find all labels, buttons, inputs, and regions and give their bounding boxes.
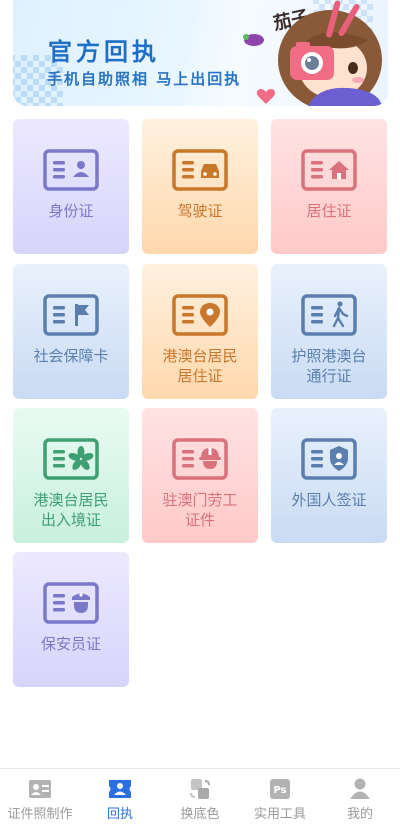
- card-residence-permit[interactable]: 居住证: [271, 119, 387, 254]
- card-id-card[interactable]: 身份证: [13, 119, 129, 254]
- card-label: 外国人签证: [291, 491, 367, 509]
- id-card-bauhinia-icon: [43, 438, 99, 480]
- id-card-shield-icon: [301, 438, 357, 480]
- card-label-line2: 出入境证: [40, 511, 101, 529]
- tab-label: 我的: [346, 807, 373, 822]
- card-label-line2: 通行证: [306, 367, 352, 385]
- tab-label: 证件照制作: [7, 807, 73, 822]
- id-card-house-icon: [301, 149, 357, 191]
- swap-background-icon: [190, 779, 210, 799]
- svg-text:Ps: Ps: [273, 785, 286, 796]
- bottom-tab-bar: 证件照制作 回执 换底色 Ps 实用工具 我的: [0, 768, 400, 824]
- tab-label: 实用工具: [253, 807, 306, 822]
- ps-tool-icon: Ps: [270, 779, 290, 799]
- tab-label: 换底色: [180, 807, 220, 822]
- card-label-line2: 证件: [184, 511, 215, 529]
- id-card-person-icon: [43, 149, 99, 191]
- receipt-icon: [109, 780, 131, 798]
- banner-title: 官方回执: [48, 38, 160, 66]
- card-label-line1: 港澳台居民: [33, 491, 109, 509]
- tab-id-photo[interactable]: 证件照制作: [0, 769, 80, 824]
- card-label: 保安员证: [40, 635, 101, 653]
- id-photo-icon: [29, 780, 51, 798]
- card-macau-worker[interactable]: 驻澳门劳工 证件: [142, 408, 258, 543]
- banner-subtitle: 手机自助照相 马上出回执: [47, 70, 242, 88]
- banner-girl-camera-illustration: [243, 0, 382, 106]
- person-icon: [350, 778, 370, 799]
- card-social-security[interactable]: 社会保障卡: [13, 264, 129, 399]
- tab-label: 回执: [106, 807, 133, 822]
- card-hmt-residence[interactable]: 港澳台居民 居住证: [142, 264, 258, 399]
- card-label-line1: 港澳台居民: [162, 347, 238, 365]
- tab-tools[interactable]: Ps 实用工具: [240, 769, 320, 824]
- promo-banner[interactable]: 官方回执 手机自助照相 马上出回执 茄子: [13, 0, 388, 106]
- card-hmt-entry-exit[interactable]: 港澳台居民 出入境证: [13, 408, 129, 543]
- card-label-line1: 驻澳门劳工: [162, 491, 238, 509]
- card-security-guard[interactable]: 保安员证: [13, 552, 129, 687]
- card-label-line1: 护照港澳台: [291, 347, 367, 365]
- id-card-walker-icon: [301, 294, 357, 336]
- id-card-location-icon: [172, 294, 228, 336]
- tab-receipt[interactable]: 回执: [80, 769, 160, 824]
- card-label: 社会保障卡: [33, 347, 109, 365]
- card-passport-hmt-permit[interactable]: 护照港澳台 通行证: [271, 264, 387, 399]
- id-card-car-icon: [172, 149, 228, 191]
- id-card-helmet-icon: [172, 438, 228, 480]
- card-label: 身份证: [48, 202, 94, 220]
- tab-swap-background[interactable]: 换底色: [160, 769, 240, 824]
- card-label: 居住证: [306, 202, 352, 220]
- tab-profile[interactable]: 我的: [320, 769, 400, 824]
- card-label: 驾驶证: [177, 202, 223, 220]
- card-foreigner-visa[interactable]: 外国人签证: [271, 408, 387, 543]
- id-card-police-icon: [43, 582, 99, 624]
- card-label-line2: 居住证: [177, 367, 223, 385]
- id-card-flag-icon: [43, 294, 99, 336]
- card-driver-license[interactable]: 驾驶证: [142, 119, 258, 254]
